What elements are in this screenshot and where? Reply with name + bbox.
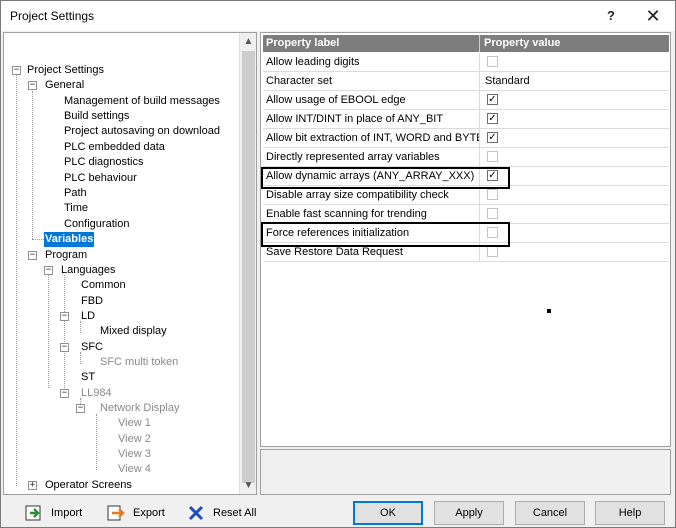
export-button[interactable]: Export [107, 501, 167, 525]
property-row[interactable]: Allow bit extraction of INT, WORD and BY… [263, 129, 669, 148]
reset-all-button[interactable]: Reset All [187, 501, 259, 525]
close-icon[interactable]: ✕ [638, 5, 668, 27]
property-grid: Property label Property value Allow lead… [260, 32, 671, 447]
property-checkbox[interactable]: ✓ [487, 132, 498, 143]
collapse-icon[interactable]: − [76, 404, 85, 413]
tree-node-general[interactable]: General [44, 78, 85, 93]
property-label: Directly represented array variables [263, 148, 480, 166]
tree-connector [32, 91, 33, 239]
import-label: Import [51, 507, 83, 519]
tree-node-ll984[interactable]: LL984 [80, 386, 113, 401]
tree-connector [96, 414, 97, 470]
tree-node-general-item[interactable]: PLC behaviour [63, 171, 138, 186]
property-checkbox[interactable] [487, 246, 498, 257]
tree-node-variables[interactable]: Variables [44, 232, 95, 247]
tree-node-ld[interactable]: LD [80, 309, 96, 324]
collapse-icon[interactable]: − [28, 81, 37, 90]
ok-button[interactable]: OK [353, 501, 423, 525]
tree-node-view[interactable]: View 3 [117, 447, 152, 462]
property-row[interactable]: Allow INT/DINT in place of ANY_BIT ✓ [263, 110, 669, 129]
property-label: Allow leading digits [263, 53, 480, 71]
grid-header: Property label Property value [263, 35, 669, 52]
property-checkbox[interactable] [487, 189, 498, 200]
property-row[interactable]: Allow usage of EBOOL edge ✓ [263, 91, 669, 110]
reset-all-label: Reset All [213, 507, 257, 519]
collapse-icon[interactable]: − [60, 312, 69, 321]
export-label: Export [133, 507, 165, 519]
tree-node-languages[interactable]: Languages [60, 263, 116, 278]
help-icon[interactable]: ? [596, 5, 626, 27]
collapse-icon[interactable]: − [44, 266, 53, 275]
collapse-icon[interactable]: − [12, 66, 21, 75]
tree-node-general-item[interactable]: PLC diagnostics [63, 155, 145, 170]
export-icon [107, 505, 125, 521]
property-label: Enable fast scanning for trending [263, 205, 480, 223]
tree-node-sfc[interactable]: SFC [80, 340, 104, 355]
tree-node-operator-screens[interactable]: Operator Screens [44, 478, 133, 493]
property-label: Allow usage of EBOOL edge [263, 91, 480, 109]
property-checkbox[interactable] [487, 151, 498, 162]
help-button[interactable]: Help [595, 501, 665, 525]
tree-node-st[interactable]: ST [80, 370, 96, 385]
marker-dot [547, 309, 551, 313]
tree-node-fbd[interactable]: FBD [80, 294, 104, 309]
property-checkbox[interactable] [487, 56, 498, 67]
tree-node-sfc-multi-token[interactable]: SFC multi token [99, 355, 179, 370]
property-checkbox[interactable] [487, 208, 498, 219]
property-row[interactable]: Directly represented array variables [263, 148, 669, 167]
project-settings-dialog: Project Settings ? ✕ − Project Settings … [0, 0, 676, 528]
property-value[interactable]: Standard [481, 72, 669, 90]
property-label: Character set [263, 72, 480, 90]
scroll-down-icon[interactable]: ▼ [240, 477, 256, 494]
property-checkbox[interactable]: ✓ [487, 113, 498, 124]
expand-icon[interactable]: + [28, 481, 37, 490]
cancel-button[interactable]: Cancel [515, 501, 585, 525]
tree-node-general-item[interactable]: Configuration [63, 217, 130, 232]
highlight-box-force-references [261, 222, 510, 247]
property-label: Allow INT/DINT in place of ANY_BIT [263, 110, 480, 128]
tree-node-general-item[interactable]: Build settings [63, 109, 130, 124]
tree-node-general-item[interactable]: Time [63, 201, 89, 216]
scrollbar-thumb[interactable] [242, 51, 255, 483]
import-button[interactable]: Import [25, 501, 85, 525]
reset-x-icon [188, 505, 204, 521]
tree-node-general-item[interactable]: Management of build messages [63, 94, 221, 109]
tree-node-general-item[interactable]: PLC embedded data [63, 140, 166, 155]
tree-node-project-settings[interactable]: Project Settings [26, 63, 105, 78]
property-row[interactable]: Allow leading digits [263, 53, 669, 72]
tree-node-mixed-display[interactable]: Mixed display [99, 324, 168, 339]
tree-connector [64, 275, 65, 388]
collapse-icon[interactable]: − [28, 251, 37, 260]
scroll-up-icon[interactable]: ▲ [240, 33, 256, 50]
tree-scrollbar[interactable]: ▲ ▼ [239, 33, 256, 494]
settings-tree[interactable]: − Project Settings − General Management … [3, 32, 257, 495]
title-bar: Project Settings ? ✕ [1, 1, 675, 31]
tree-node-common[interactable]: Common [80, 278, 127, 293]
tree-connector [48, 275, 49, 388]
tree-node-program[interactable]: Program [44, 248, 88, 263]
column-header-value: Property value [484, 37, 561, 49]
tree-node-view[interactable]: View 4 [117, 462, 152, 477]
tree-node-general-item[interactable]: Path [63, 186, 88, 201]
property-checkbox[interactable]: ✓ [487, 94, 498, 105]
apply-button[interactable]: Apply [434, 501, 504, 525]
tree-connector [16, 71, 17, 486]
tree-node-network-display[interactable]: Network Display [99, 401, 180, 416]
description-panel [260, 449, 671, 495]
highlight-box-dynamic-arrays [261, 167, 510, 189]
collapse-icon[interactable]: − [60, 343, 69, 352]
tree-node-view[interactable]: View 2 [117, 432, 152, 447]
window-title: Project Settings [10, 9, 95, 23]
tree-node-view[interactable]: View 1 [117, 416, 152, 431]
tree-node-general-item[interactable]: Project autosaving on download [63, 124, 221, 139]
column-header-label: Property label [263, 35, 480, 52]
import-icon [25, 505, 41, 521]
property-label: Allow bit extraction of INT, WORD and BY… [263, 129, 480, 147]
property-row[interactable]: Character set Standard [263, 72, 669, 91]
collapse-icon[interactable]: − [60, 389, 69, 398]
